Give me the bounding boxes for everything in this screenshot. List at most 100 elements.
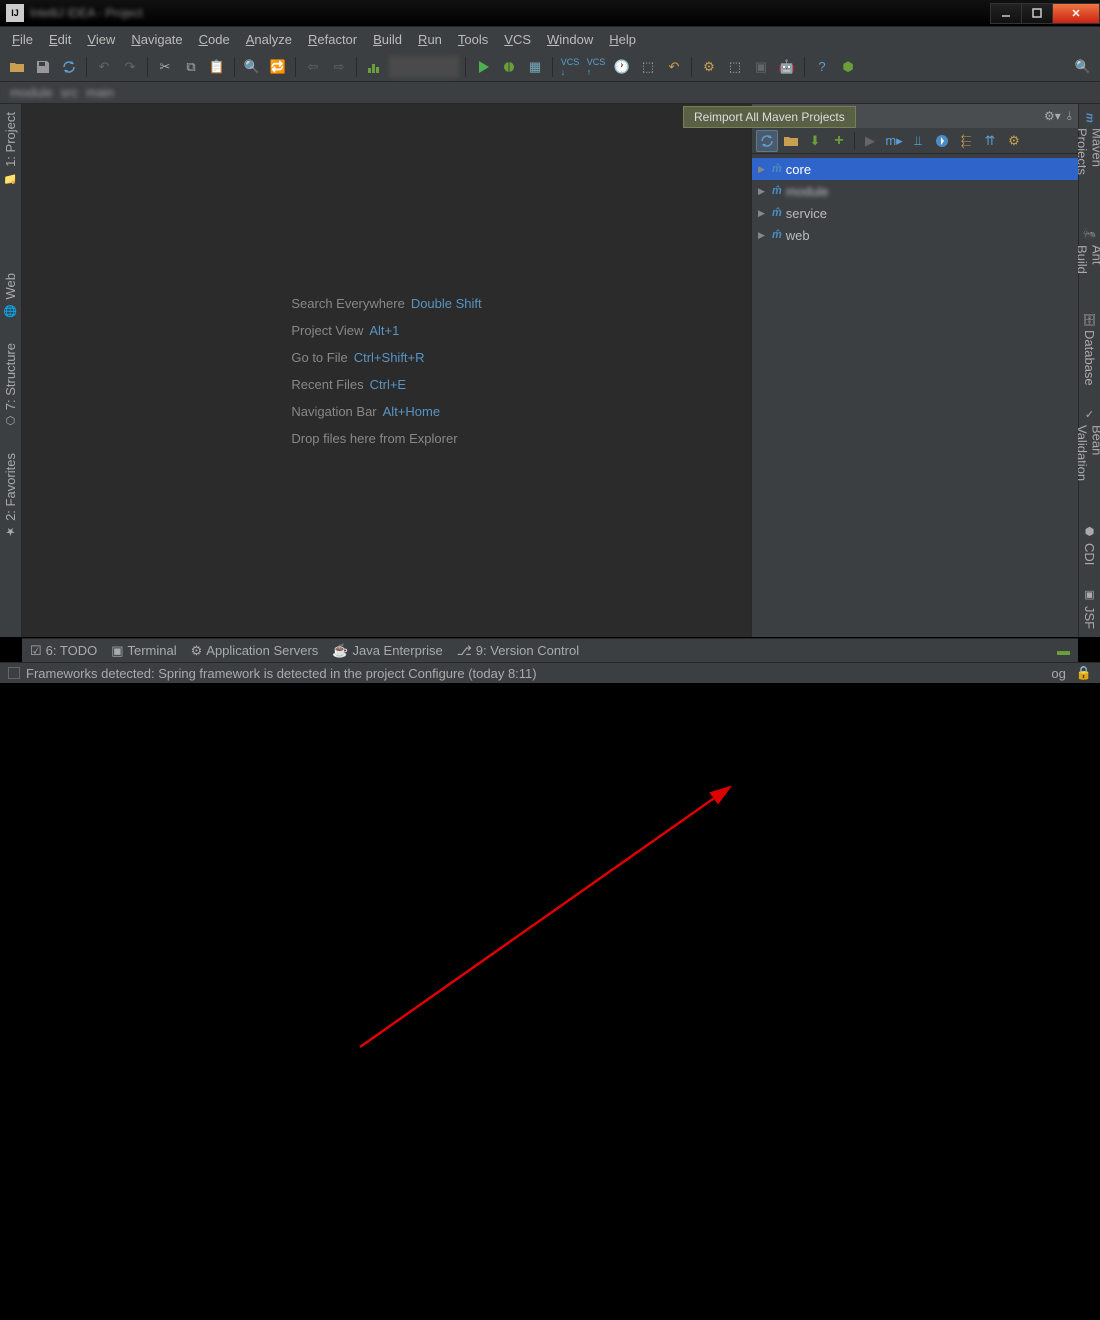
maven-node-service[interactable]: ▶m̂service [752,202,1078,224]
find-icon[interactable]: 🔍 [241,56,263,78]
maven-node-web[interactable]: ▶m̂web [752,224,1078,246]
settings-icon[interactable]: ⚙ [698,56,720,78]
paste-icon[interactable]: 📋 [206,56,228,78]
undo-icon[interactable]: ↶ [93,56,115,78]
plugin-icon[interactable]: ⬢ [837,56,859,78]
titlebar: IJ IntelliJ IDEA - Project [0,0,1100,27]
build-icon[interactable] [363,56,385,78]
menu-navigate[interactable]: Navigate [123,30,190,49]
menu-code[interactable]: Code [191,30,238,49]
hint-row: Search EverywhereDouble Shift [291,296,481,311]
hint-row: Project ViewAlt+1 [291,323,481,338]
right-tab-5[interactable]: ▣JSF [1080,580,1099,637]
left-tab-0[interactable]: 📁1: Project [1,104,20,193]
maven-node-module[interactable]: ▶m̂module [752,180,1078,202]
vcs-revert-icon[interactable]: ↶ [663,56,685,78]
main-toolbar: ↶ ↷ ✂ ⧉ 📋 🔍 🔁 ⇦ ⇨ ▦ VCS↓ VCS↑ 🕐 ⬚ ↶ ⚙ ⬚ … [0,52,1100,82]
open-icon[interactable] [6,56,28,78]
menubar: FileEditViewNavigateCodeAnalyzeRefactorB… [0,27,1100,52]
copy-icon[interactable]: ⧉ [180,56,202,78]
collapse-all-icon[interactable]: ⇈ [979,130,1001,152]
status-bar: Frameworks detected: Spring framework is… [0,662,1100,683]
debug-icon[interactable] [498,56,520,78]
android-icon[interactable]: 🤖 [776,56,798,78]
back-icon[interactable]: ⇦ [302,56,324,78]
help-icon[interactable]: ? [811,56,833,78]
coverage-icon[interactable]: ▦ [524,56,546,78]
sync-icon[interactable] [58,56,80,78]
bottom-tab-versioncontrol[interactable]: ⎇9: Version Control [457,643,579,659]
menu-tools[interactable]: Tools [450,30,496,49]
maven-tree: ▶m̂core▶m̂module▶m̂service▶m̂web [752,154,1078,250]
menu-vcs[interactable]: VCS [496,30,539,49]
bottom-tab-applicationservers[interactable]: ⚙Application Servers [191,643,319,659]
right-tab-4[interactable]: ⬢CDI [1080,517,1099,573]
hint-row: Go to FileCtrl+Shift+R [291,350,481,365]
maven-node-core[interactable]: ▶m̂core [752,158,1078,180]
bottom-tab-todo[interactable]: ☑6: TODO [30,643,97,659]
toggle-skip-tests-icon[interactable] [931,130,953,152]
left-toolwindow-bar: 📁1: Project 🌐Web ⬡7: Structure ★2: Favorite… [0,104,22,637]
vcs-history-icon[interactable]: 🕐 [611,56,633,78]
add-maven-icon[interactable]: + [828,130,850,152]
app-logo-icon: IJ [6,4,24,22]
left-tab-1[interactable]: 🌐Web [1,265,20,326]
event-log-icon[interactable]: ▬ [1057,643,1070,658]
menu-help[interactable]: Help [601,30,644,49]
forward-icon[interactable]: ⇨ [328,56,350,78]
panel-hide-icon[interactable]: ⫰ [1067,109,1072,124]
menu-refactor[interactable]: Refactor [300,30,365,49]
right-tab-2[interactable]: 🗄Database [1080,304,1099,394]
menu-edit[interactable]: Edit [41,30,79,49]
annotation-arrow [0,637,1100,1320]
hint-row: Recent FilesCtrl+E [291,377,481,392]
run-config[interactable] [389,56,459,78]
show-dependencies-icon[interactable]: ⬱ [955,130,977,152]
left-tab-3[interactable]: ★2: Favorites [1,445,20,547]
menu-view[interactable]: View [79,30,123,49]
menu-window[interactable]: Window [539,30,601,49]
maven-toolbar: Reimport All Maven Projects ⬇ + ▶ m▸ ⫫ ⬱… [752,128,1078,154]
run-icon[interactable] [472,56,494,78]
menu-file[interactable]: File [4,30,41,49]
redo-icon[interactable]: ↷ [119,56,141,78]
menu-run[interactable]: Run [410,30,450,49]
vcs-commit-icon[interactable]: VCS↑ [585,56,607,78]
vcs-diff-icon[interactable]: ⬚ [637,56,659,78]
generate-sources-icon[interactable] [780,130,802,152]
maximize-button[interactable] [1021,3,1053,24]
status-right: og [1051,666,1065,681]
search-icon[interactable]: 🔍 [1072,56,1094,78]
breadcrumb: modulesrcmain [0,82,1100,104]
close-button[interactable] [1052,3,1100,24]
bottom-tab-javaenterprise[interactable]: ☕Java Enterprise [332,643,443,659]
reimport-all-icon[interactable]: Reimport All Maven Projects [756,130,778,152]
sdk-icon[interactable]: ▣ [750,56,772,78]
left-tab-2[interactable]: ⬡7: Structure [1,335,20,436]
menu-build[interactable]: Build [365,30,410,49]
bottom-toolwindow-bar: ☑6: TODO ▣Terminal ⚙Application Servers ☕Ja… [22,638,1078,662]
download-sources-icon[interactable]: ⬇ [804,130,826,152]
minimize-button[interactable] [990,3,1022,24]
cut-icon[interactable]: ✂ [154,56,176,78]
maven-settings-icon[interactable]: ⚙ [1003,130,1025,152]
replace-icon[interactable]: 🔁 [267,56,289,78]
tooltip: Reimport All Maven Projects [683,106,856,128]
project-structure-icon[interactable]: ⬚ [724,56,746,78]
save-icon[interactable] [32,56,54,78]
status-checkbox[interactable] [8,667,20,679]
right-toolwindow-bar: mMaven Projects🐜Ant Build🗄Database✓Bean … [1078,104,1100,637]
run-maven-icon[interactable]: ▶ [859,130,881,152]
editor-area: Search EverywhereDouble Shift Project Vie… [22,104,751,637]
menu-analyze[interactable]: Analyze [238,30,300,49]
hint-row: Drop files here from Explorer [291,431,481,446]
status-lock-icon[interactable]: 🔒 [1076,665,1092,681]
panel-options-icon[interactable]: ⚙▾ [1044,109,1061,123]
bottom-tab-terminal[interactable]: ▣Terminal [111,643,176,659]
toggle-offline-icon[interactable]: ⫫ [907,130,929,152]
vcs-update-icon[interactable]: VCS↓ [559,56,581,78]
status-message: Frameworks detected: Spring framework is… [26,666,537,681]
hint-row: Navigation BarAlt+Home [291,404,481,419]
execute-goal-icon[interactable]: m▸ [883,130,905,152]
maven-projects-panel: ⚙▾ ⫰ Reimport All Maven Projects ⬇ + ▶ m… [751,104,1078,637]
